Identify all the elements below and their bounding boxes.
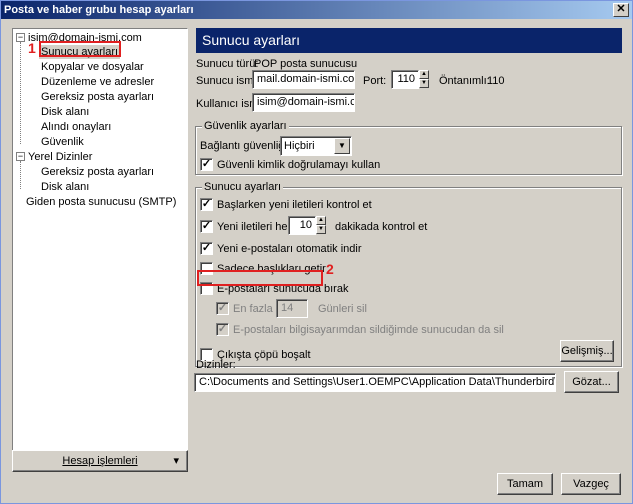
tree-item-junk[interactable]: Gereksiz posta ayarları bbox=[41, 90, 154, 104]
marker-1: 1 bbox=[28, 40, 36, 56]
advanced-button[interactable]: Gelişmiş... bbox=[560, 340, 614, 362]
security-group: Güvenlik ayarları Bağlantı güvenliği: Hi… bbox=[195, 120, 622, 175]
directory-label: Dizinler: bbox=[196, 359, 236, 371]
page-title: Sunucu ayarları bbox=[196, 28, 622, 53]
cancel-button[interactable]: Vazgeç bbox=[561, 473, 621, 495]
account-actions-button[interactable]: Hesap işlemleri ▾ bbox=[12, 450, 188, 472]
auto-download-checkbox[interactable]: ✓ bbox=[200, 242, 213, 255]
close-icon[interactable]: ✕ bbox=[613, 3, 629, 17]
server-name-input[interactable]: mail.domain-ismi.com bbox=[252, 70, 355, 89]
username-input[interactable]: isim@domain-ismi.com bbox=[252, 93, 355, 112]
stepper-up-icon[interactable]: ▲ bbox=[419, 70, 429, 79]
secure-auth-label: Güvenli kimlik doğrulamayı kullan bbox=[217, 159, 381, 171]
window-title: Posta ve haber grubu hesap ayarları bbox=[4, 4, 194, 16]
tree-item-local-junk[interactable]: Gereksiz posta ayarları bbox=[41, 165, 154, 179]
max-days-input[interactable]: 14 bbox=[276, 299, 308, 318]
tree-line bbox=[20, 161, 21, 189]
default-port-value: 110 bbox=[487, 75, 505, 87]
port-label: Port: bbox=[363, 75, 387, 87]
auto-download-label: Yeni e-postaları otomatik indir bbox=[217, 243, 362, 255]
port-input[interactable]: 110 bbox=[391, 70, 419, 89]
secure-auth-checkbox[interactable]: ✓ bbox=[200, 158, 213, 171]
tree-item-security[interactable]: Güvenlik bbox=[41, 135, 84, 149]
tree-item-receipts[interactable]: Alındı onayları bbox=[41, 120, 111, 134]
highlight-box-2 bbox=[197, 270, 323, 286]
collapse-icon[interactable]: − bbox=[16, 152, 25, 161]
delete-synced-checkbox[interactable]: ✓ bbox=[216, 323, 229, 336]
server-type-label: Sunucu türü: bbox=[196, 58, 259, 70]
dropdown-arrow-icon: ▾ bbox=[173, 455, 179, 467]
tree-item-local-disk[interactable]: Disk alanı bbox=[41, 180, 89, 194]
marker-2: 2 bbox=[326, 261, 334, 277]
minutes-stepper[interactable]: ▲ ▼ bbox=[316, 216, 326, 235]
check-every-label: Yeni iletileri her bbox=[217, 221, 292, 233]
title-bar: Posta ve haber grubu hesap ayarları ✕ bbox=[1, 1, 632, 19]
tree-item-disk-space[interactable]: Disk alanı bbox=[41, 105, 89, 119]
default-port-label: Öntanımlı: bbox=[439, 75, 490, 87]
check-every-checkbox[interactable]: ✓ bbox=[200, 220, 213, 233]
delete-synced-label: E-postaları bilgisayarımdan sildiğimde s… bbox=[233, 324, 504, 336]
connection-security-label: Bağlantı güvenliği: bbox=[200, 140, 290, 152]
server-settings-group-title: Sunucu ayarları bbox=[202, 181, 284, 194]
directory-path-input[interactable]: C:\Documents and Settings\User1.OEMPC\Ap… bbox=[194, 373, 556, 392]
tree-item-smtp[interactable]: Giden posta sunucusu (SMTP) bbox=[26, 195, 176, 209]
stepper-down-icon[interactable]: ▼ bbox=[316, 225, 326, 234]
tree-item-copies-folders[interactable]: Kopyalar ve dosyalar bbox=[41, 60, 144, 74]
port-stepper[interactable]: ▲ ▼ bbox=[419, 70, 429, 89]
tree-line bbox=[20, 42, 21, 144]
chevron-down-icon[interactable]: ▼ bbox=[334, 138, 350, 154]
account-actions-label: Hesap işlemleri bbox=[62, 455, 138, 467]
dialog-body: − isim@domain-ismi.com Sunucu ayarları K… bbox=[1, 19, 632, 503]
security-group-title: Güvenlik ayarları bbox=[202, 120, 289, 133]
ok-button[interactable]: Tamam bbox=[497, 473, 553, 495]
tree-local-folders[interactable]: Yerel Dizinler bbox=[28, 150, 92, 164]
check-on-start-label: Başlarken yeni iletileri kontrol et bbox=[217, 199, 372, 211]
server-name-label: Sunucu ismi: bbox=[196, 75, 259, 87]
check-on-start-checkbox[interactable]: ✓ bbox=[200, 198, 213, 211]
highlight-box-1 bbox=[39, 41, 121, 57]
browse-button[interactable]: Gözat... bbox=[564, 371, 619, 393]
connection-security-value: Hiçbiri bbox=[284, 140, 315, 152]
account-tree: − isim@domain-ismi.com Sunucu ayarları K… bbox=[12, 28, 188, 458]
minutes-suffix-label: dakikada kontrol et bbox=[335, 221, 428, 233]
settings-window: Posta ve haber grubu hesap ayarları ✕ − … bbox=[0, 0, 633, 504]
stepper-up-icon[interactable]: ▲ bbox=[316, 216, 326, 225]
collapse-icon[interactable]: − bbox=[16, 33, 25, 42]
max-days-checkbox[interactable]: ✓ bbox=[216, 302, 229, 315]
minutes-input[interactable]: 10 bbox=[288, 216, 316, 235]
tree-item-composition[interactable]: Düzenleme ve adresler bbox=[41, 75, 154, 89]
stepper-down-icon[interactable]: ▼ bbox=[419, 79, 429, 88]
max-days-prefix-label: En fazla bbox=[233, 303, 273, 315]
connection-security-select[interactable]: Hiçbiri ▼ bbox=[280, 136, 352, 156]
server-type-value: POP posta sunucusu bbox=[254, 58, 358, 70]
max-days-suffix-label: Günleri sil bbox=[318, 303, 367, 315]
